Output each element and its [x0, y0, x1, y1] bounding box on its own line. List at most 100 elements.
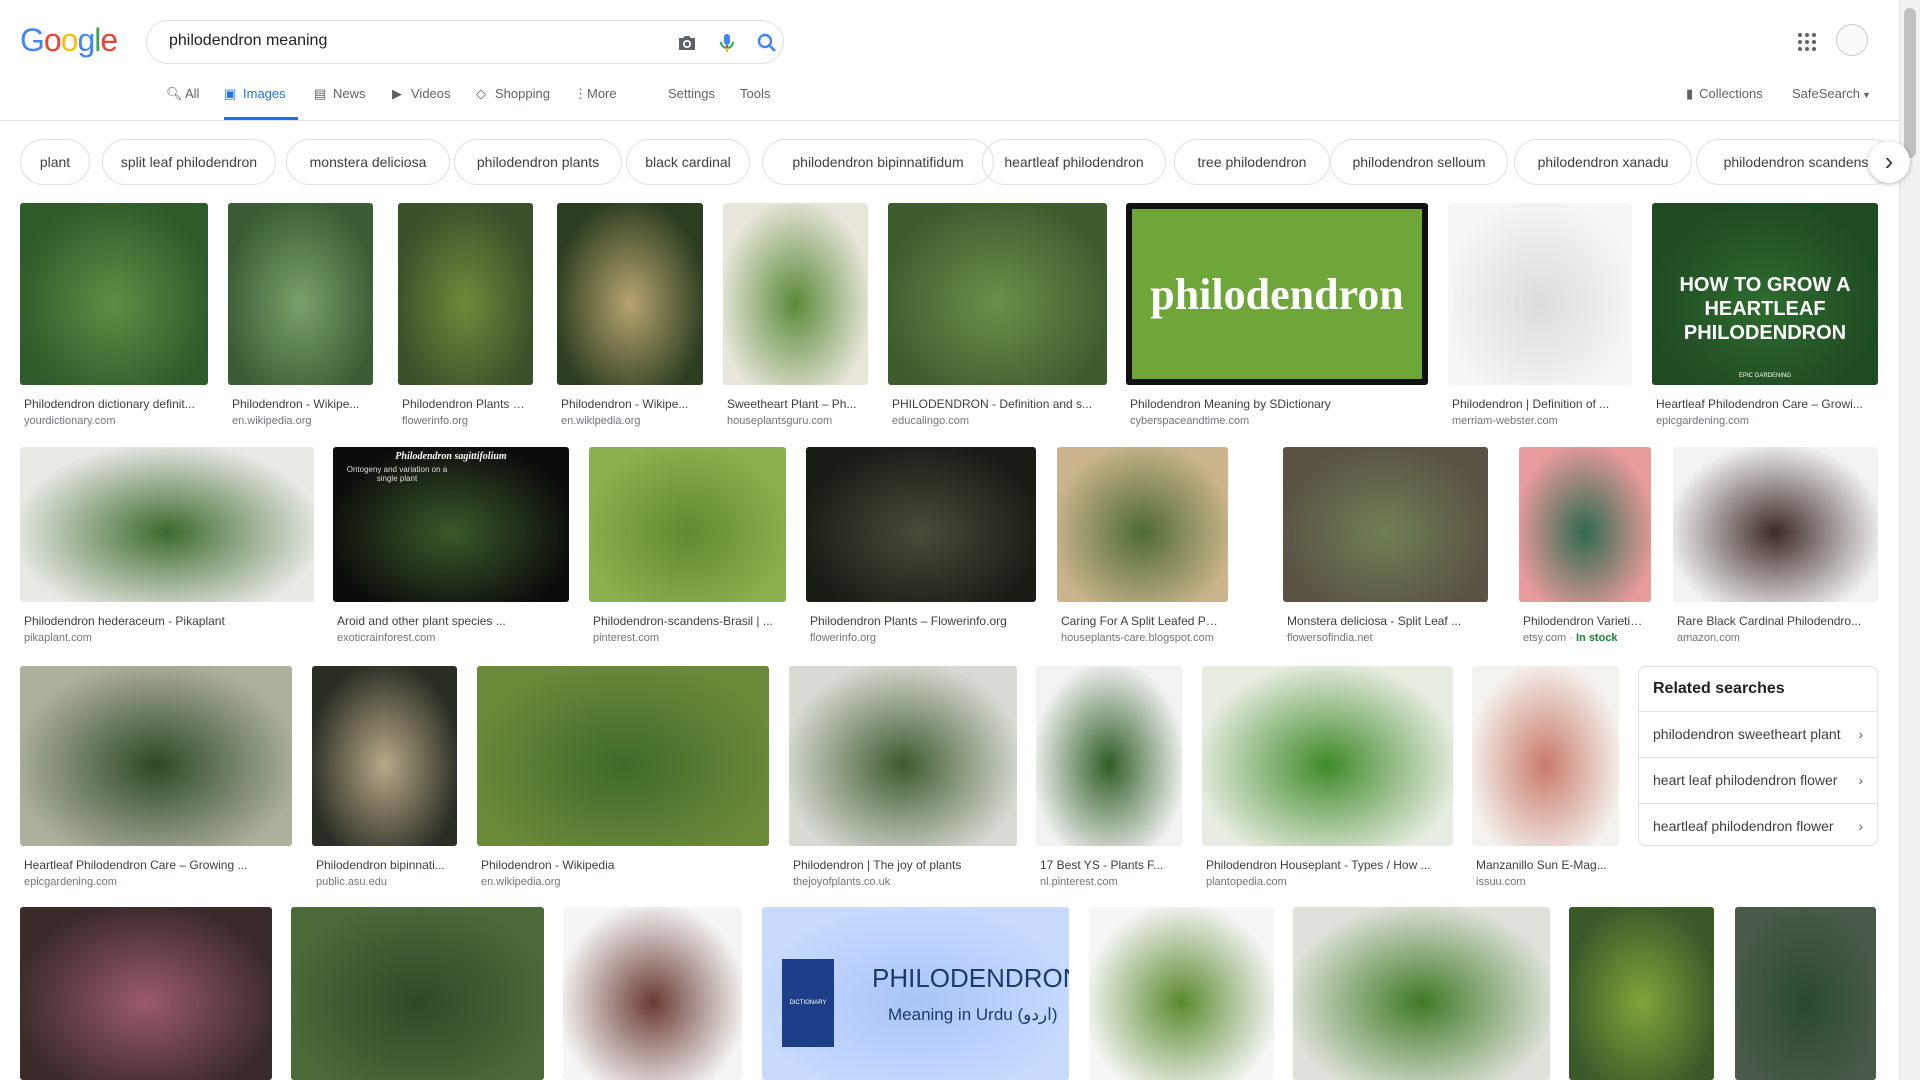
- result-title[interactable]: Philodendron - Wikipe...: [232, 397, 369, 411]
- chip[interactable]: tree philodendron: [1174, 139, 1330, 185]
- result-title[interactable]: Philodendron Meaning by SDictionary: [1130, 397, 1424, 411]
- result-thumbnail[interactable]: [1519, 447, 1651, 602]
- result-thumbnail[interactable]: [20, 907, 272, 1080]
- settings-link[interactable]: Settings: [668, 86, 715, 101]
- result-title[interactable]: Caring For A Split Leafed Philode...: [1061, 614, 1224, 628]
- result-thumbnail[interactable]: [789, 666, 1017, 846]
- result-thumbnail[interactable]: [291, 907, 544, 1080]
- related-search-link[interactable]: philodendron sweetheart plant ›: [1639, 711, 1877, 755]
- tab-images[interactable]: ▣ Images: [224, 86, 298, 120]
- collections-label: Collections: [1699, 86, 1763, 101]
- result-title[interactable]: Heartleaf Philodendron Care – Growing ..…: [24, 858, 288, 872]
- result-domain-text: cyberspaceandtime.com: [1130, 415, 1250, 427]
- result-thumbnail[interactable]: [1472, 666, 1619, 846]
- related-search-link[interactable]: heartleaf philodendron flower ›: [1639, 803, 1877, 847]
- safesearch-menu[interactable]: SafeSearch ▼: [1792, 86, 1871, 101]
- microphone-icon[interactable]: [715, 31, 739, 55]
- search-input[interactable]: [167, 31, 621, 51]
- result-title[interactable]: Philodendron hederaceum - Pikaplant: [24, 614, 310, 628]
- result-thumbnail[interactable]: [1202, 666, 1453, 846]
- chip[interactable]: monstera deliciosa: [286, 139, 450, 185]
- result-thumbnail[interactable]: [20, 666, 292, 846]
- result-title[interactable]: Heartleaf Philodendron Care – Growi...: [1656, 397, 1874, 411]
- result-title[interactable]: Philodendron Varieties...: [1523, 614, 1647, 628]
- result-thumbnail[interactable]: [1735, 907, 1876, 1080]
- apps-grid-icon[interactable]: [1795, 30, 1819, 54]
- result-title[interactable]: Philodendron - Wikipe...: [561, 397, 699, 411]
- result-thumbnail[interactable]: [20, 447, 314, 602]
- result-title[interactable]: Philodendron | Definition of ...: [1452, 397, 1628, 411]
- tab-videos[interactable]: ▶ Videos: [392, 86, 451, 120]
- result-title[interactable]: Rare Black Cardinal Philodendro...: [1677, 614, 1874, 628]
- collections-link[interactable]: ▮ Collections: [1686, 86, 1763, 102]
- chip[interactable]: split leaf philodendron: [102, 139, 276, 185]
- chip[interactable]: black cardinal: [626, 139, 750, 185]
- result-domain-text: educalingo.com: [892, 415, 970, 427]
- result-title[interactable]: Manzanillo Sun E-Mag...: [1476, 858, 1615, 872]
- result-thumbnail[interactable]: PHILODENDRON Meaning in Urdu (اردو) DICTIO…: [762, 907, 1069, 1080]
- result-thumbnail[interactable]: HOW TO GROW A HEARTLEAF PHILODENDRON EPIC…: [1652, 203, 1878, 385]
- result-domain-text: en.wikipedia.org: [481, 876, 561, 888]
- result-thumbnail[interactable]: [477, 666, 769, 846]
- chip[interactable]: philodendron plants: [454, 139, 622, 185]
- result-thumbnail[interactable]: [228, 203, 373, 385]
- result-domain-text: plantopedia.com: [1206, 876, 1287, 888]
- result-domain: en.wikipedia.org: [561, 415, 699, 427]
- result-thumbnail[interactable]: [1283, 447, 1488, 602]
- tab-shopping[interactable]: ◇ Shopping: [476, 86, 550, 120]
- result-title[interactable]: Sweetheart Plant – Ph...: [727, 397, 864, 411]
- chip[interactable]: plant: [20, 139, 90, 185]
- chip[interactable]: philodendron scandens: [1696, 139, 1896, 185]
- result-domain: epicgardening.com: [24, 876, 288, 888]
- result-thumbnail[interactable]: [589, 447, 786, 602]
- result-thumbnail[interactable]: [1057, 447, 1228, 602]
- avatar[interactable]: [1836, 24, 1868, 56]
- scrollbar-thumb[interactable]: [1904, 8, 1916, 158]
- result-thumbnail[interactable]: [1569, 907, 1714, 1080]
- result-thumbnail[interactable]: [20, 203, 208, 385]
- result-thumbnail[interactable]: [1089, 907, 1274, 1080]
- result-thumbnail[interactable]: [563, 907, 742, 1080]
- result-title[interactable]: Philodendron bipinnati...: [316, 858, 453, 872]
- related-search-link[interactable]: heart leaf philodendron flower ›: [1639, 757, 1877, 801]
- result-thumbnail[interactable]: [723, 203, 868, 385]
- chip[interactable]: philodendron xanadu: [1514, 139, 1692, 185]
- result-thumbnail[interactable]: [1036, 666, 1182, 846]
- result-title[interactable]: Philodendron dictionary definit...: [24, 397, 204, 411]
- search-icon[interactable]: [755, 31, 779, 55]
- chip[interactable]: heartleaf philodendron: [982, 139, 1166, 185]
- result-title[interactable]: Philodendron Plants – Flowerinfo.org: [810, 614, 1032, 628]
- tab-label: Images: [243, 86, 286, 101]
- search-box: [146, 20, 784, 64]
- tab-news[interactable]: ▤ News: [314, 86, 366, 120]
- camera-icon[interactable]: [675, 31, 699, 55]
- result-title[interactable]: Monstera deliciosa - Split Leaf ...: [1287, 614, 1484, 628]
- result-title[interactable]: PHILODENDRON - Definition and s...: [892, 397, 1103, 411]
- google-logo[interactable]: Google: [20, 22, 118, 59]
- result-thumbnail[interactable]: Philodendron sagittifolium Ontogeny and v…: [333, 447, 569, 602]
- result-thumbnail[interactable]: [1673, 447, 1878, 602]
- result-thumbnail[interactable]: [312, 666, 457, 846]
- result-thumbnail[interactable]: [806, 447, 1036, 602]
- chip[interactable]: philodendron bipinnatifidum: [762, 139, 994, 185]
- chip[interactable]: philodendron selloum: [1330, 139, 1508, 185]
- result-thumbnail[interactable]: [888, 203, 1107, 385]
- chevron-right-icon[interactable]: ›: [1868, 141, 1910, 183]
- result-thumbnail[interactable]: [1293, 907, 1550, 1080]
- tab-more[interactable]: ⋮More: [574, 86, 617, 120]
- tools-link[interactable]: Tools: [740, 86, 770, 101]
- result-title[interactable]: Philodendron Plants –...: [402, 397, 529, 411]
- result-title[interactable]: Philodendron Houseplant - Types / How ..…: [1206, 858, 1449, 872]
- result-thumbnail[interactable]: philodendron: [1126, 203, 1428, 385]
- result-thumbnail[interactable]: [557, 203, 703, 385]
- result-title[interactable]: 17 Best YS - Plants F...: [1040, 858, 1178, 872]
- result-title[interactable]: Philodendron-scandens-Brasil | ...: [593, 614, 782, 628]
- result-title[interactable]: Philodendron | The joy of plants: [793, 858, 1013, 872]
- result-title[interactable]: Aroid and other plant species ...: [337, 614, 565, 628]
- tab-all[interactable]: 🔍︎ All: [166, 86, 199, 120]
- result-thumbnail[interactable]: [398, 203, 533, 385]
- result-domain-text: houseplantsguru.com: [727, 415, 833, 427]
- result-title[interactable]: Philodendron - Wikipedia: [481, 858, 765, 872]
- result-domain: yourdictionary.com: [24, 415, 204, 427]
- result-thumbnail[interactable]: [1448, 203, 1632, 385]
